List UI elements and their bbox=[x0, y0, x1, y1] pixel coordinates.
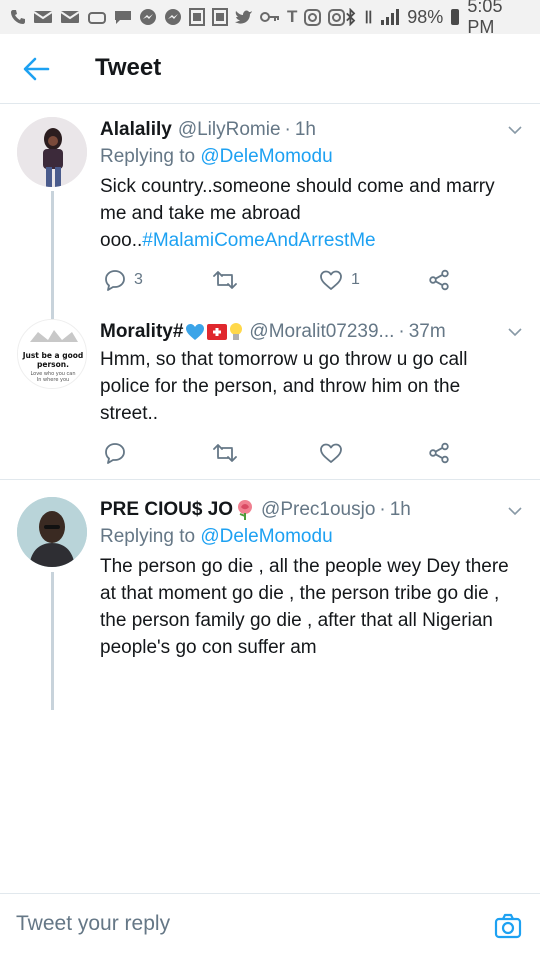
mention-link[interactable]: @DeleMomodu bbox=[200, 146, 332, 167]
mail-icon bbox=[33, 11, 53, 23]
replying-to: Replying to @DeleMomodu bbox=[100, 143, 520, 171]
like-count: 1 bbox=[351, 271, 360, 288]
t-icon: T bbox=[287, 7, 298, 26]
camera-icon[interactable] bbox=[494, 913, 522, 939]
tweet-item[interactable]: PRE CIOU$ JO @Prec1ousjo · 1h Replying t… bbox=[0, 480, 540, 710]
like-button[interactable] bbox=[319, 442, 351, 464]
like-button[interactable]: 1 bbox=[319, 269, 360, 291]
data-icon bbox=[366, 10, 372, 24]
tweet-text: Hmm, so that tomorrow u go throw u go ca… bbox=[100, 349, 468, 424]
avatar[interactable] bbox=[17, 497, 87, 567]
heart-icon bbox=[320, 443, 342, 463]
reply-button[interactable]: 3 bbox=[104, 269, 143, 291]
back-arrow-icon[interactable] bbox=[22, 56, 50, 82]
retweet-icon bbox=[213, 444, 237, 462]
replying-label: Replying to bbox=[100, 146, 196, 167]
battery-percent: 98% bbox=[407, 6, 444, 27]
share-button[interactable] bbox=[428, 269, 450, 291]
display-name[interactable]: PRE CIOU$ JO bbox=[100, 497, 233, 523]
chevron-down-icon[interactable] bbox=[508, 504, 522, 518]
svg-text:In where you: In where you bbox=[37, 377, 69, 383]
chevron-down-icon[interactable] bbox=[508, 325, 522, 339]
status-time: 5:05 PM bbox=[467, 0, 503, 37]
tweet-time: 1h bbox=[294, 119, 316, 140]
instagram-icon bbox=[304, 8, 322, 26]
tweet-time: 1h bbox=[389, 499, 411, 520]
signal-icon bbox=[381, 9, 400, 25]
reply-icon bbox=[105, 443, 125, 464]
tweet-text: The person go die , all the people wey D… bbox=[100, 556, 509, 658]
mail-icon bbox=[60, 11, 80, 23]
avatar[interactable]: Just be a good person. Love who you can … bbox=[17, 319, 87, 389]
reply-button[interactable] bbox=[104, 442, 134, 464]
user-handle[interactable]: @Moralit07239... bbox=[249, 319, 394, 345]
notification-icons: T bbox=[10, 7, 346, 27]
tweet-text: Sick country..someone should come and ma… bbox=[100, 173, 520, 254]
separator-dot: · bbox=[284, 119, 291, 140]
display-name[interactable]: Alalalily bbox=[100, 117, 172, 143]
messenger-icon bbox=[165, 9, 181, 25]
share-button[interactable] bbox=[428, 442, 450, 464]
reply-thread[interactable]: Alalalily @LilyRomie · 1h Replying to @D… bbox=[0, 105, 540, 893]
page-title: Tweet bbox=[95, 54, 162, 81]
lightbulb-icon bbox=[230, 323, 243, 340]
reply-icon bbox=[105, 270, 125, 291]
twitter-icon bbox=[235, 10, 252, 24]
thread-line bbox=[51, 191, 54, 305]
messenger-icon bbox=[140, 9, 156, 25]
photo-icon bbox=[212, 8, 228, 26]
tweet-time: 37m bbox=[408, 321, 446, 342]
chat-icon bbox=[115, 11, 131, 24]
tweet-item[interactable]: Just be a good person. Love who you can … bbox=[0, 305, 540, 480]
system-status: 98% 5:05 PM bbox=[345, 0, 528, 38]
mention-link[interactable]: @DeleMomodu bbox=[200, 526, 332, 547]
reply-input[interactable]: Tweet your reply bbox=[16, 912, 170, 936]
swiss-flag-icon bbox=[207, 324, 228, 340]
phone-icon bbox=[11, 10, 25, 24]
status-bar: T 98% 5:05 PM bbox=[0, 0, 540, 37]
user-handle[interactable]: @LilyRomie bbox=[178, 117, 281, 143]
separator-dot: · bbox=[398, 321, 405, 342]
instagram-icon bbox=[328, 8, 346, 26]
display-name[interactable]: Morality# bbox=[100, 319, 183, 345]
avatar[interactable] bbox=[17, 117, 87, 187]
user-handle[interactable]: @Prec1ousjo bbox=[261, 497, 375, 523]
key-icon bbox=[260, 12, 279, 22]
replying-to: Replying to @DeleMomodu bbox=[100, 523, 520, 551]
retweet-icon bbox=[213, 271, 237, 289]
separator-dot: · bbox=[379, 499, 386, 520]
share-icon bbox=[429, 442, 449, 464]
rose-icon bbox=[238, 500, 253, 520]
thread-line bbox=[51, 572, 54, 710]
svg-text:person.: person. bbox=[37, 360, 69, 369]
share-icon bbox=[429, 269, 449, 291]
retweet-button[interactable] bbox=[213, 269, 245, 291]
hashtag-link[interactable]: #MalamiComeAndArrestMe bbox=[142, 230, 375, 251]
bluetooth-icon bbox=[346, 8, 356, 26]
battery-icon bbox=[451, 9, 460, 25]
cloud-icon bbox=[88, 12, 106, 24]
retweet-button[interactable] bbox=[213, 442, 245, 464]
blue-heart-icon bbox=[186, 324, 205, 340]
reply-composer: Tweet your reply bbox=[0, 893, 540, 960]
tweet-item[interactable]: Alalalily @LilyRomie · 1h Replying to @D… bbox=[0, 105, 540, 305]
photo-icon bbox=[189, 8, 205, 26]
chevron-down-icon[interactable] bbox=[508, 123, 522, 137]
heart-icon bbox=[320, 270, 342, 290]
replying-label: Replying to bbox=[100, 526, 196, 547]
top-bar: Tweet bbox=[0, 34, 540, 104]
reply-count: 3 bbox=[134, 271, 143, 288]
thread-line bbox=[51, 305, 54, 319]
svg-text:Just be a good: Just be a good bbox=[22, 351, 84, 360]
